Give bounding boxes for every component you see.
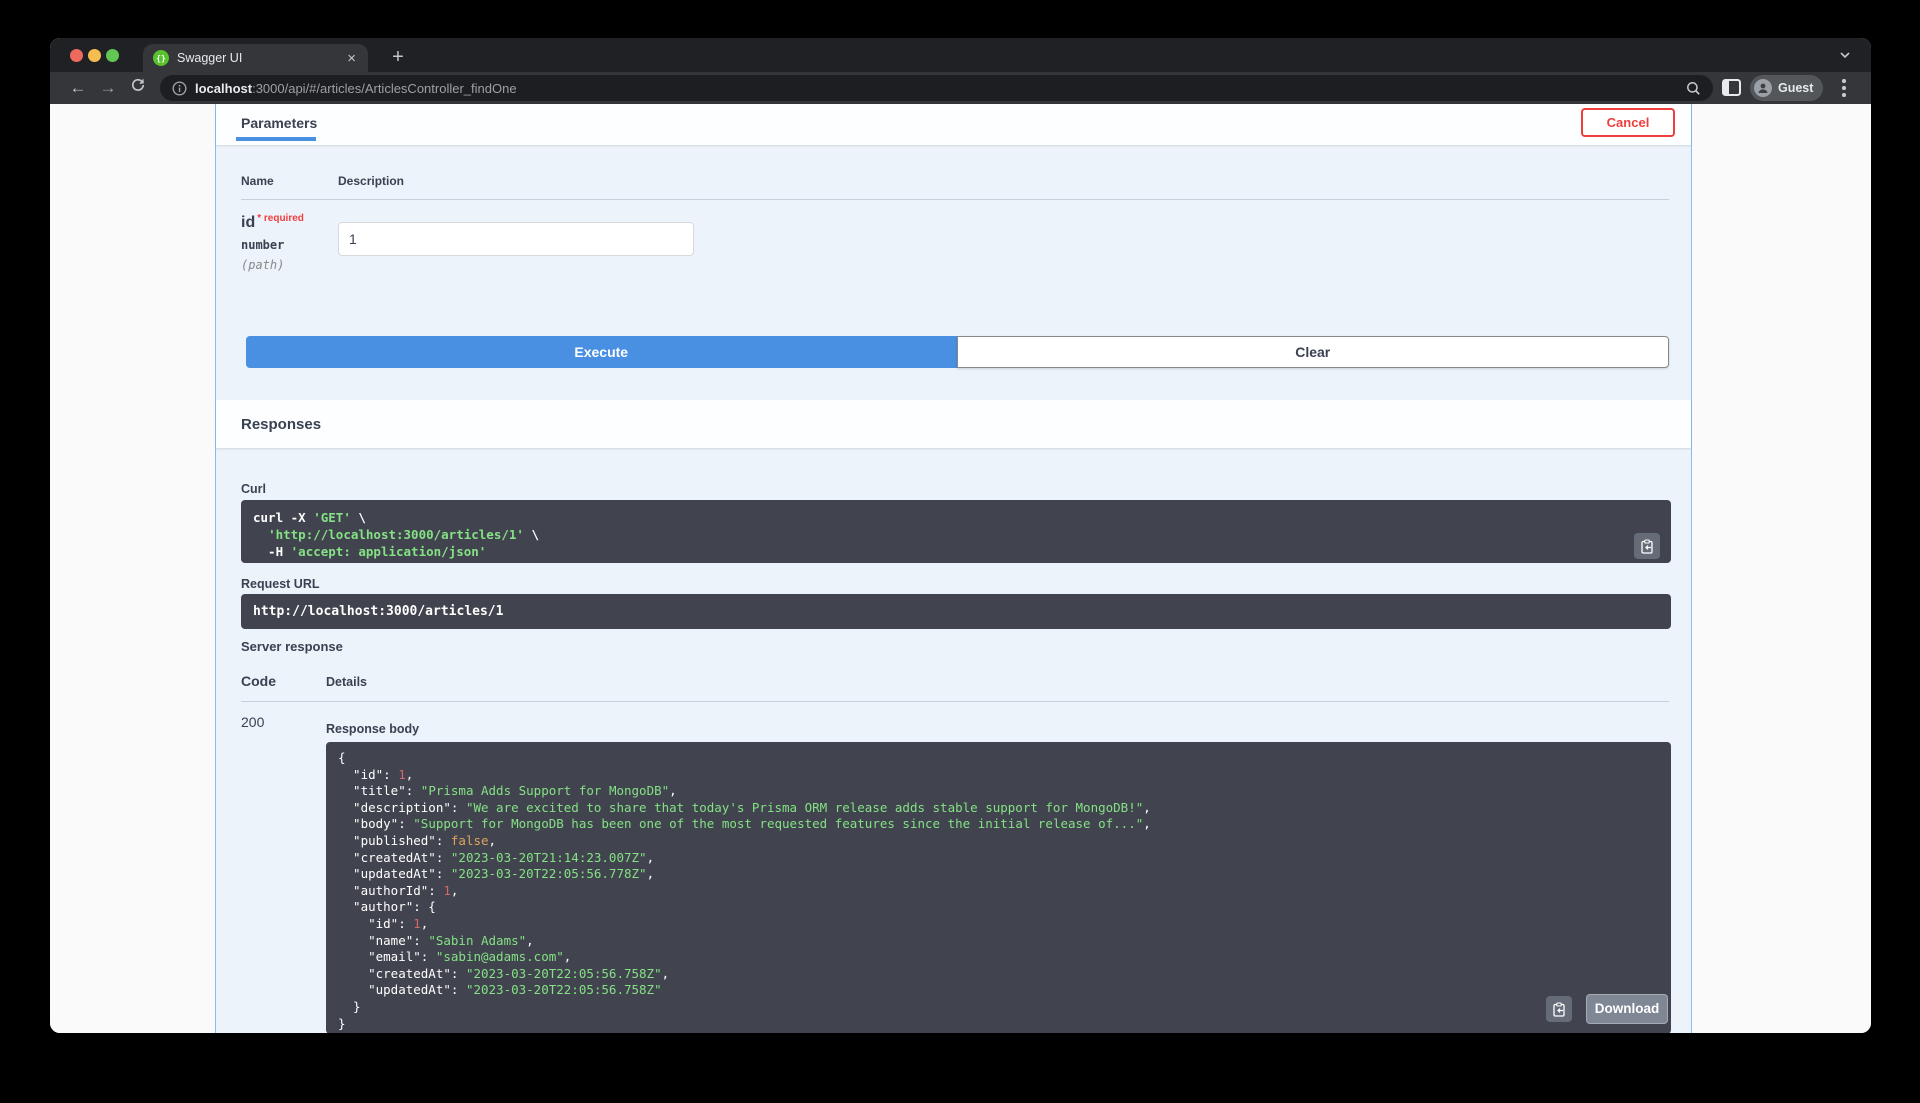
url-bar[interactable]: localhost:3000/api/#/articles/ArticlesCo… (160, 75, 1713, 101)
get-operation-block: Parameters Cancel Name Description id * r… (215, 104, 1692, 1033)
minimize-window-button[interactable] (88, 49, 101, 62)
description-column-header: Description (338, 174, 405, 188)
param-required-flag: * required (257, 213, 304, 224)
request-url-value: http://localhost:3000/articles/1 (253, 604, 504, 619)
swagger-page: Parameters Cancel Name Description id * r… (50, 104, 1871, 1033)
profile-name: Guest (1778, 81, 1814, 95)
clear-button[interactable]: Clear (956, 336, 1669, 368)
tab-search-chevron-icon[interactable] (1838, 48, 1852, 62)
url-text: localhost:3000/api/#/articles/ArticlesCo… (195, 81, 517, 96)
parameters-section-header: Parameters Cancel (216, 104, 1691, 145)
person-icon (1758, 83, 1768, 93)
tab-strip: {} Swagger UI × + (50, 38, 1871, 72)
profile-chip[interactable]: Guest (1750, 75, 1824, 101)
responses-section-header: Responses (216, 400, 1691, 448)
avatar (1754, 79, 1772, 97)
request-url-label: Request URL (241, 577, 320, 591)
zoom-search-icon[interactable] (1686, 81, 1701, 96)
url-path: :3000/api/#/articles/ArticlesController_… (252, 80, 517, 96)
response-table-divider (241, 701, 1669, 702)
cancel-button[interactable]: Cancel (1581, 108, 1675, 137)
copy-curl-button[interactable] (1634, 533, 1660, 559)
new-tab-button[interactable]: + (384, 44, 412, 72)
browser-menu-button[interactable] (1842, 79, 1846, 100)
curl-code[interactable]: curl -X 'GET' \ 'http://localhost:3000/a… (241, 500, 1671, 563)
param-location: (path) (241, 258, 285, 272)
parameters-title: Parameters (241, 115, 318, 131)
copy-response-button[interactable] (1546, 996, 1572, 1022)
curl-label: Curl (241, 482, 266, 496)
copy-to-clipboard-icon (1641, 538, 1653, 554)
download-button[interactable]: Download (1586, 994, 1668, 1024)
browser-toolbar: ← → localhost:3000/api/#/articles/Articl… (50, 72, 1871, 104)
request-url-block: http://localhost:3000/articles/1 (241, 594, 1671, 629)
code-column-header: Code (241, 673, 276, 689)
response-body-label: Response body (326, 722, 420, 736)
forward-button[interactable]: → (96, 76, 120, 100)
server-response-label: Server response (241, 639, 343, 654)
table-header-divider (241, 199, 1669, 200)
parameters-tab-underline (236, 137, 316, 141)
back-button[interactable]: ← (66, 76, 90, 100)
param-id-input[interactable] (338, 222, 694, 256)
execute-row: Execute Clear (246, 336, 1669, 368)
reload-icon (131, 78, 145, 91)
site-info-icon[interactable] (172, 80, 187, 96)
reload-button[interactable] (126, 76, 150, 100)
param-type: number (241, 238, 285, 252)
name-column-header: Name (241, 174, 274, 188)
close-window-button[interactable] (70, 49, 83, 62)
tab-title: Swagger UI (177, 51, 243, 65)
details-column-header: Details (326, 675, 367, 689)
tab-swagger-ui[interactable]: {} Swagger UI × (143, 44, 368, 72)
browser-window: {} Swagger UI × + ← → localhost:3000/api… (50, 38, 1871, 1033)
responses-title: Responses (241, 416, 322, 433)
status-code: 200 (241, 714, 265, 730)
response-body-code[interactable]: { "id": 1, "title": "Prisma Adds Support… (326, 742, 1671, 1033)
copy-to-clipboard-icon (1553, 1001, 1565, 1017)
url-host: localhost (195, 80, 253, 96)
execute-button[interactable]: Execute (246, 336, 957, 368)
fullscreen-window-button[interactable] (106, 49, 119, 62)
side-panel-icon[interactable] (1722, 79, 1741, 96)
tab-close-icon[interactable]: × (345, 51, 358, 66)
param-name: id * required (241, 213, 304, 231)
swagger-favicon-icon: {} (153, 50, 169, 66)
